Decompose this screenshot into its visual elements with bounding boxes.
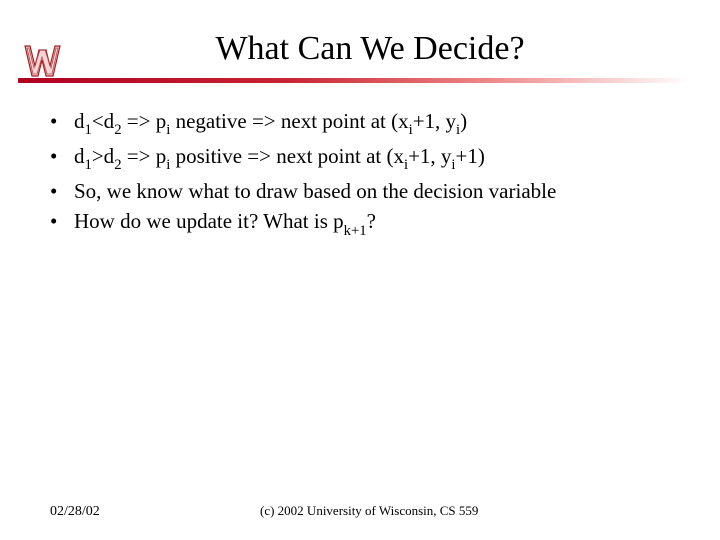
slide-title: What Can We Decide? bbox=[60, 30, 680, 78]
slide-header: What Can We Decide? bbox=[0, 0, 720, 83]
bullet-marker: • bbox=[50, 142, 74, 170]
bullet-marker: • bbox=[50, 207, 74, 235]
bullet-item: •d1<d2 => pi negative => next point at (… bbox=[50, 107, 680, 140]
title-underline bbox=[18, 78, 690, 83]
slide-footer: 02/28/02 (c) 2002 University of Wisconsi… bbox=[0, 503, 720, 520]
bullet-text: d1<d2 => pi negative => next point at (x… bbox=[74, 107, 680, 140]
wisconsin-w-logo-icon bbox=[22, 40, 64, 80]
bullet-marker: • bbox=[50, 107, 74, 135]
bullet-list: •d1<d2 => pi negative => next point at (… bbox=[50, 107, 680, 240]
bullet-text: So, we know what to draw based on the de… bbox=[74, 177, 680, 205]
bullet-item: •How do we update it? What is pk+1? bbox=[50, 207, 680, 240]
slide-body: •d1<d2 => pi negative => next point at (… bbox=[0, 83, 720, 240]
bullet-text: How do we update it? What is pk+1? bbox=[74, 207, 680, 240]
bullet-text: d1>d2 => pi positive => next point at (x… bbox=[74, 142, 680, 175]
bullet-item: •d1>d2 => pi positive => next point at (… bbox=[50, 142, 680, 175]
bullet-item: •So, we know what to draw based on the d… bbox=[50, 177, 680, 205]
footer-copyright: (c) 2002 University of Wisconsin, CS 559 bbox=[260, 503, 478, 519]
footer-date: 02/28/02 bbox=[50, 504, 230, 520]
bullet-marker: • bbox=[50, 177, 74, 205]
